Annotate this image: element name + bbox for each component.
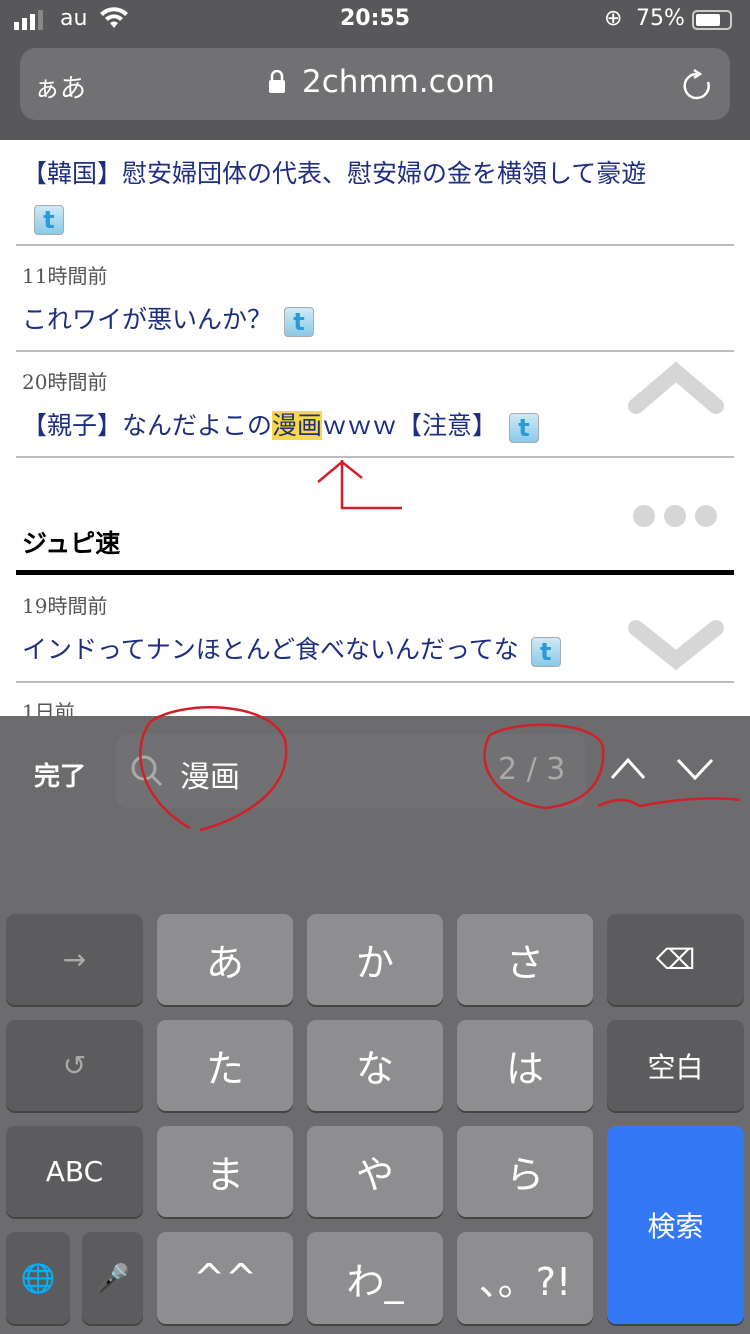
key-ra[interactable]: ら [457, 1126, 593, 1217]
key-ma[interactable]: ま [157, 1126, 293, 1217]
key-ta[interactable]: た [157, 1020, 293, 1111]
key-space[interactable]: 空白 [607, 1020, 744, 1111]
key-arrow-right[interactable]: → [6, 914, 143, 1005]
key-ya[interactable]: や [307, 1126, 443, 1217]
key-punctuation[interactable]: 、。?! [457, 1232, 593, 1324]
key-dakuten[interactable]: ^^ [157, 1232, 293, 1324]
key-undo[interactable]: ↺ [6, 1020, 143, 1111]
key-abc[interactable]: ABC [6, 1126, 143, 1217]
search-key[interactable]: 検索 [607, 1126, 744, 1324]
key-ka[interactable]: か [307, 914, 443, 1005]
key-na[interactable]: な [307, 1020, 443, 1111]
key-backspace[interactable]: ⌫ [607, 914, 744, 1005]
key-sa[interactable]: さ [457, 914, 593, 1005]
key-wa[interactable]: わ_ [307, 1232, 443, 1324]
key-ha[interactable]: は [457, 1020, 593, 1111]
globe-key[interactable]: 🌐 [6, 1232, 70, 1324]
mic-key[interactable]: 🎤 [82, 1232, 143, 1324]
red-annotations [139, 460, 741, 832]
key-a[interactable]: あ [157, 914, 293, 1005]
